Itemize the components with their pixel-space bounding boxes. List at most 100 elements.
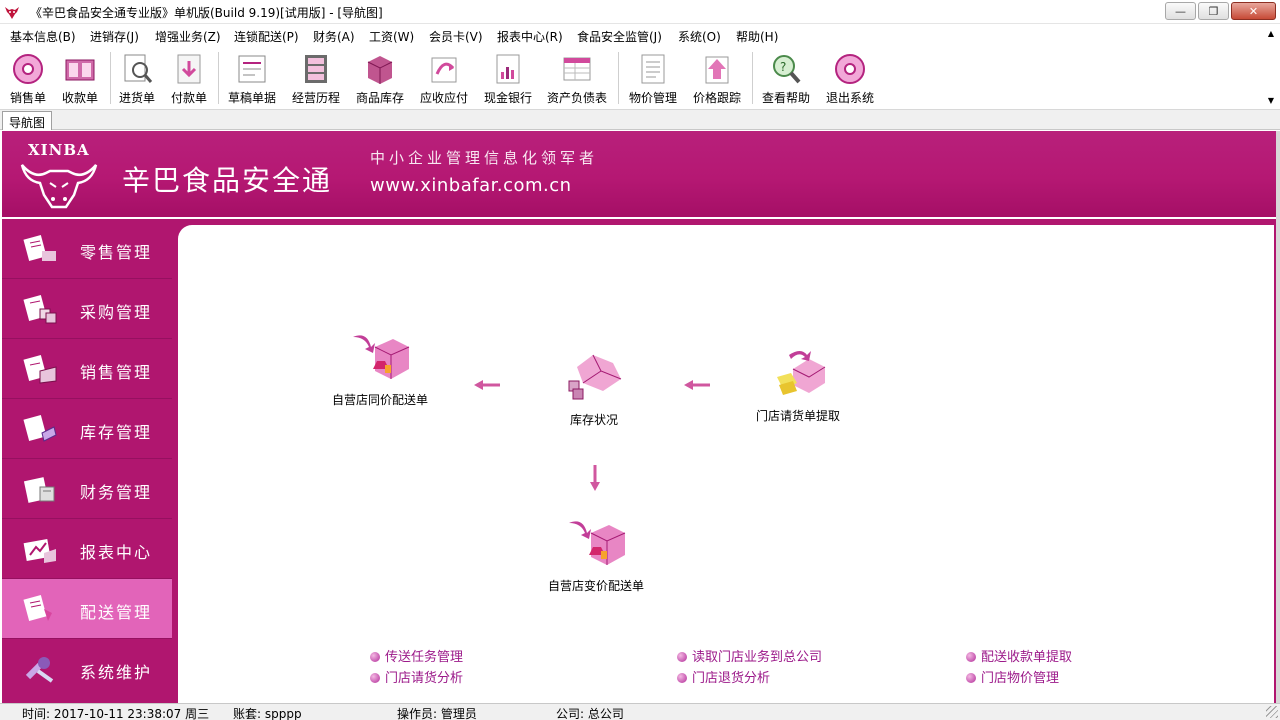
menu-enhanced-business[interactable]: 增强业务(Z)	[155, 28, 221, 45]
variable-price-delivery-icon	[569, 521, 626, 565]
banner: XINBA 辛巴食品安全通 中小企业管理信息化领军者 www.xinbafar.…	[2, 131, 1276, 217]
tab-strip: 导航图	[0, 110, 1280, 130]
menu-chain-delivery[interactable]: 连锁配送(P)	[234, 28, 299, 45]
toolbar-receipt-button[interactable]: 收款单	[49, 52, 111, 108]
link-read-store-business[interactable]: 读取门店业务到总公司	[677, 646, 822, 665]
link-store-return-analysis[interactable]: 门店退货分析	[677, 667, 770, 686]
node-label: 门店请货单提取	[755, 409, 840, 423]
minimize-button[interactable]: —	[1165, 2, 1196, 20]
toolbar-label: 价格跟踪	[692, 91, 741, 105]
vertical-scrollbar[interactable]	[1276, 131, 1280, 703]
toolbar-label: 收款单	[61, 91, 98, 105]
link-label: 传送任务管理	[385, 650, 464, 665]
toolbar-separator	[218, 52, 219, 104]
bullet-icon	[677, 673, 687, 683]
sales-icon	[23, 355, 57, 384]
flow-arrow-down-icon	[590, 465, 600, 491]
title-bar: 《辛巴食品安全通专业版》单机版(Build 9.19)[试用版] - [导航图]…	[0, 0, 1280, 24]
brand-name: 辛巴食品安全通	[122, 164, 333, 197]
node-same-price-delivery[interactable]: 自营店同价配送单	[320, 329, 440, 408]
stock-icon	[23, 415, 57, 442]
sidebar-item-label: 系统维护	[80, 663, 153, 682]
link-label: 门店请货分析	[385, 671, 464, 686]
balance-sheet-icon	[563, 57, 591, 81]
toolbar-label: 商品库存	[355, 91, 404, 105]
restore-icon: ❐	[1208, 4, 1219, 18]
store-request-icon	[777, 351, 826, 395]
minimize-icon: —	[1175, 4, 1186, 18]
history-icon	[305, 55, 327, 83]
sidebar-item-label: 销售管理	[80, 363, 153, 382]
toolbar-balance-sheet-button[interactable]: 资产负债表	[546, 52, 608, 108]
node-label: 库存状况	[569, 413, 618, 427]
bullet-icon	[966, 673, 976, 683]
sidebar-item-finance[interactable]: 财务管理	[2, 459, 172, 519]
menu-basic-info[interactable]: 基本信息(B)	[10, 28, 76, 45]
sidebar-item-sales[interactable]: 销售管理	[2, 339, 172, 399]
close-button[interactable]: ✕	[1231, 2, 1276, 20]
purchase-order-icon	[124, 54, 153, 83]
toolbar-price-tracking-button[interactable]: 价格跟踪	[686, 52, 748, 108]
toolbar-cash-bank-button[interactable]: 现金银行	[477, 52, 539, 108]
menu-chevron-up-icon[interactable]: ▲	[1268, 29, 1274, 38]
bullet-icon	[966, 652, 976, 662]
menu-help[interactable]: 帮助(H)	[736, 28, 778, 45]
menu-member-card[interactable]: 会员卡(V)	[429, 28, 483, 45]
bullet-icon	[370, 673, 380, 683]
menu-food-safety[interactable]: 食品安全监管(J)	[577, 28, 662, 45]
status-company: 公司: 总公司	[556, 707, 624, 720]
sidebar-item-system[interactable]: 系统维护	[2, 639, 172, 699]
draft-icon	[238, 55, 266, 83]
menu-finance[interactable]: 财务(A)	[313, 28, 355, 45]
receipt-icon	[65, 59, 95, 81]
close-icon: ✕	[1248, 4, 1259, 18]
menu-inventory[interactable]: 进销存(J)	[90, 28, 139, 45]
sidebar-item-label: 报表中心	[80, 543, 153, 562]
sidebar-item-purchase[interactable]: 采购管理	[2, 279, 172, 339]
link-store-request-analysis[interactable]: 门店请货分析	[370, 667, 463, 686]
node-label: 自营店同价配送单	[331, 393, 428, 407]
finance-icon	[23, 477, 55, 503]
toolbar-inventory-button[interactable]: 商品库存	[349, 52, 411, 108]
link-transfer-task[interactable]: 传送任务管理	[370, 646, 463, 665]
node-stock-status[interactable]: 库存状况	[549, 349, 639, 428]
price-tracking-icon	[705, 56, 729, 84]
toolbar-label: 现金银行	[483, 91, 532, 105]
menu-report-center[interactable]: 报表中心(R)	[497, 28, 563, 45]
toolbar-history-button[interactable]: 经营历程	[285, 52, 347, 108]
sidebar-item-delivery[interactable]: 配送管理	[2, 579, 172, 639]
link-delivery-receipt-extract[interactable]: 配送收款单提取	[966, 646, 1072, 665]
menu-system[interactable]: 系统(O)	[678, 28, 721, 45]
slogan: 中小企业管理信息化领军者	[370, 149, 599, 167]
toolbar-price-management-button[interactable]: 物价管理	[622, 52, 684, 108]
toolbar-overflow-chevron-icon[interactable]: ▼	[1268, 96, 1274, 105]
toolbar-label: 查看帮助	[761, 91, 810, 105]
sidebar-item-stock[interactable]: 库存管理	[2, 399, 172, 459]
node-variable-price-delivery[interactable]: 自营店变价配送单	[536, 515, 656, 594]
toolbar-help-button[interactable]: ? 查看帮助	[755, 52, 817, 108]
menu-salary[interactable]: 工资(W)	[369, 28, 414, 45]
link-label: 门店物价管理	[981, 671, 1060, 686]
sidebar-item-reports[interactable]: 报表中心	[2, 519, 172, 579]
sidebar-item-retail[interactable]: 零售管理	[2, 219, 172, 279]
maximize-button[interactable]: ❐	[1198, 2, 1229, 20]
tab-navigation-map[interactable]: 导航图	[2, 111, 53, 130]
toolbar-receivable-button[interactable]: 应收应付	[413, 52, 475, 108]
cash-bank-icon	[496, 54, 520, 84]
resize-grip-icon[interactable]	[1266, 706, 1278, 718]
help-icon: ?	[773, 55, 801, 84]
link-label: 读取门店业务到总公司	[692, 650, 823, 665]
node-store-request-extract[interactable]: 门店请货单提取	[748, 345, 848, 424]
svg-text:?: ?	[780, 60, 786, 74]
app-bull-icon[interactable]	[4, 4, 20, 20]
retail-icon	[23, 235, 56, 261]
purchase-icon	[23, 295, 57, 324]
link-store-price-management[interactable]: 门店物价管理	[966, 667, 1059, 686]
status-time: 时间: 2017-10-11 23:38:07 周三	[22, 707, 210, 720]
toolbar-draft-button[interactable]: 草稿单据	[221, 52, 283, 108]
toolbar-exit-button[interactable]: 退出系统	[819, 52, 881, 108]
delivery-icon	[23, 595, 52, 621]
toolbar-payment-button[interactable]: 付款单	[158, 52, 220, 108]
sidebar: 零售管理 采购管理 销售管理 库存管理 财务管理 报表中心 配送管理 系统维护	[2, 219, 172, 703]
toolbar-label: 草稿单据	[227, 91, 276, 105]
